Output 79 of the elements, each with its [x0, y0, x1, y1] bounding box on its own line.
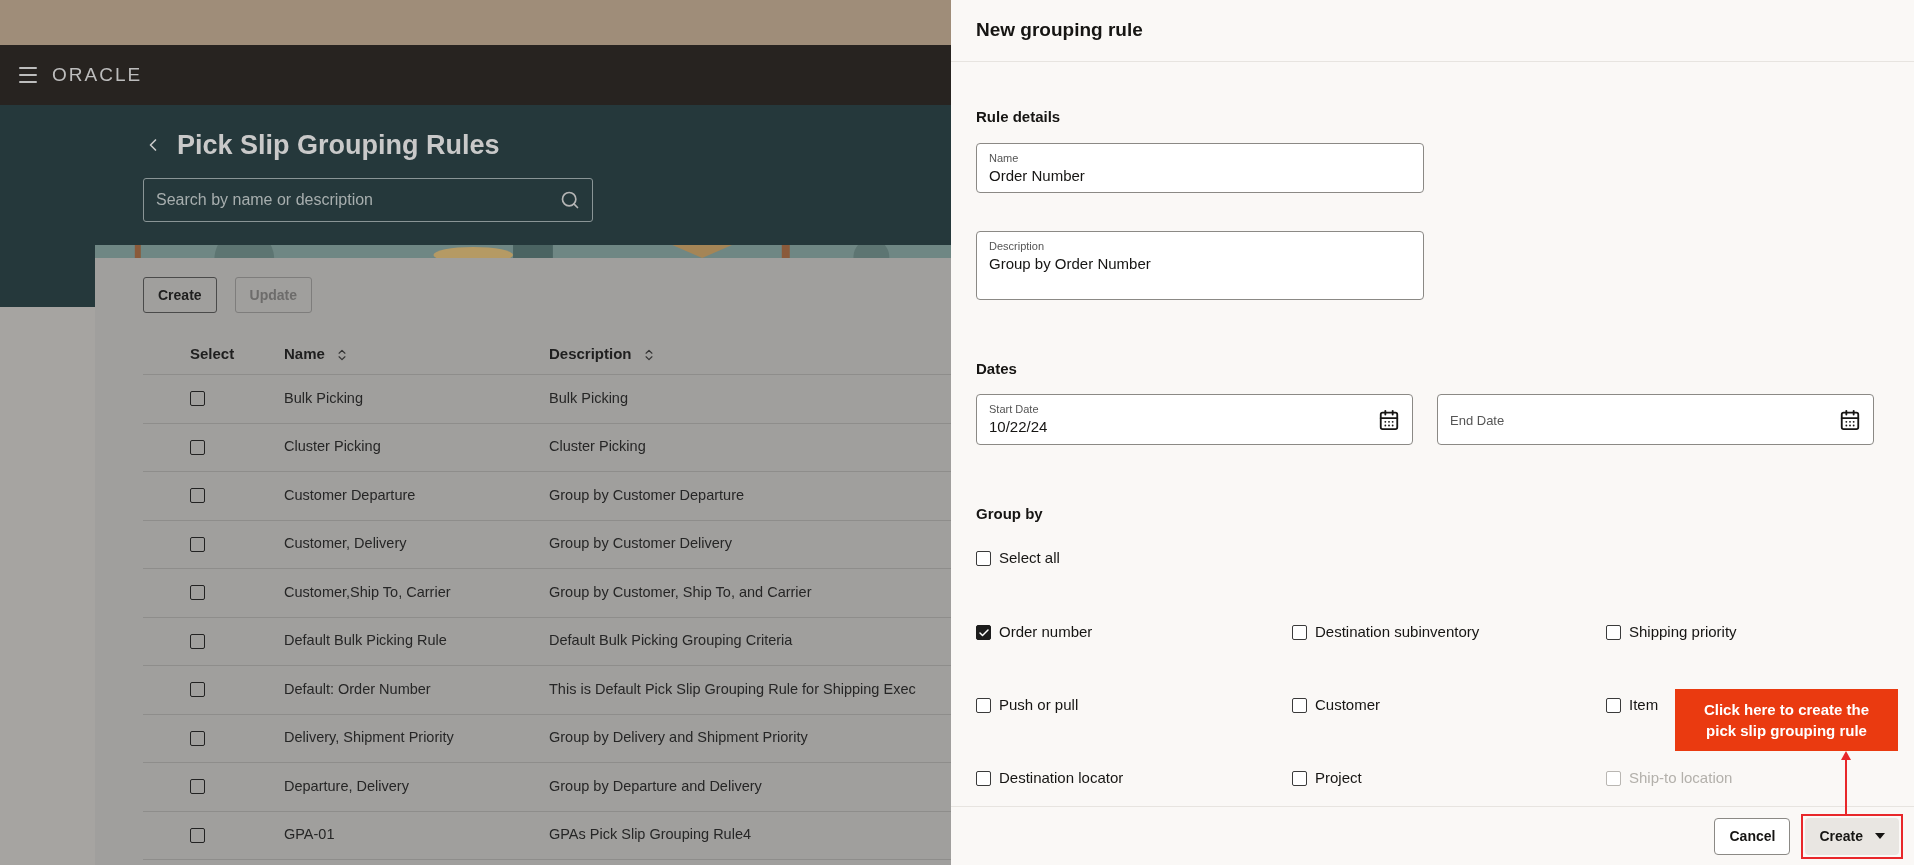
create-menu-button[interactable]: Create [1805, 817, 1899, 855]
checkbox[interactable] [190, 682, 205, 698]
calendar-icon[interactable] [1839, 408, 1861, 431]
field-value: Order Number [989, 165, 1085, 186]
checkbox[interactable] [1292, 625, 1307, 640]
drawer-title: New grouping rule [976, 18, 1143, 43]
checkbox[interactable] [190, 827, 205, 843]
description-field[interactable]: Description Group by Order Number [976, 230, 1424, 300]
table-cell-text: Departure, Delivery [284, 776, 410, 796]
column-header[interactable]: Name [284, 343, 325, 366]
field-label: Name [989, 151, 1019, 165]
table-cell-text: Default: Order Number [284, 679, 432, 699]
table-cell-text: Bulk Picking [549, 388, 628, 408]
caret-icon [1875, 833, 1885, 839]
field-value: 10/22/24 [989, 416, 1048, 437]
table-cell-text: Delivery, Shipment Priority [284, 728, 455, 748]
table-cell-text: Customer Departure [284, 485, 417, 505]
table-cell-text: Default Bulk Picking Rule [284, 631, 448, 651]
field-value: Group by Order Number [989, 253, 1151, 274]
table-cell-text: This is Default Pick Slip Grouping Rule for Shipping Exec [549, 679, 916, 699]
table-cell-text: Customer,Ship To, Carrier [284, 582, 452, 602]
checkbox-label: Project [1315, 768, 1362, 789]
field-label: Start Date [989, 402, 1039, 416]
checkbox-label: Order number [999, 622, 1093, 643]
column-header: Select [190, 344, 235, 365]
checkbox-label: Shipping priority [1629, 622, 1737, 643]
date-field[interactable]: End Date [1437, 394, 1874, 445]
page-title: Pick Slip Grouping Rules [177, 129, 500, 162]
section-heading: Group by [976, 504, 1044, 524]
checkbox-label: Ship-to location [1629, 768, 1733, 789]
checkbox[interactable] [1606, 698, 1621, 713]
checkbox[interactable] [976, 771, 991, 786]
checkbox[interactable] [190, 536, 205, 552]
checkbox[interactable] [190, 488, 205, 504]
search-icon[interactable] [560, 189, 580, 210]
table-cell-text: Group by Delivery and Shipment Priority [549, 728, 808, 748]
name-field[interactable]: Name Order Number [976, 142, 1424, 193]
table-cell-text: GPAs Pick Slip Grouping Rule4 [549, 825, 752, 845]
checkbox[interactable] [190, 585, 205, 601]
table-cell-text: Bulk Picking [284, 388, 364, 408]
section-heading: Rule details [976, 107, 1062, 127]
table-cell-text: Group by Customer Delivery [549, 534, 732, 554]
table-cell-text: Group by Departure and Delivery [549, 776, 762, 796]
checkbox-label: Customer [1315, 695, 1381, 716]
placeholder-text: Search by name or description [156, 189, 374, 210]
checkbox[interactable] [1292, 771, 1307, 786]
table-cell-text: Default Bulk Picking Grouping Criteria [549, 631, 793, 651]
column-header[interactable]: Description [549, 343, 632, 366]
checkbox[interactable] [976, 698, 991, 713]
checkbox[interactable] [190, 391, 205, 407]
field-label: Description [989, 239, 1045, 253]
toolbar-button[interactable]: Create [143, 277, 217, 313]
section-heading: Dates [976, 358, 1018, 379]
cancel-button[interactable]: Cancel [1714, 817, 1791, 855]
checkbox[interactable] [1606, 625, 1621, 640]
checkbox[interactable] [190, 730, 205, 746]
checkbox-label: Destination subinventory [1315, 622, 1480, 643]
checkbox[interactable] [1292, 698, 1307, 713]
checkbox-label: Destination locator [999, 768, 1124, 789]
checkbox-label: Push or pull [999, 695, 1079, 716]
table-cell-text: Group by Customer Departure [549, 485, 745, 505]
table-cell-text: Customer, Delivery [284, 534, 408, 554]
calendar-icon[interactable] [1378, 408, 1400, 431]
table-cell-text: Cluster Picking [284, 437, 382, 457]
checkbox-label: Select all [999, 548, 1060, 569]
placeholder-text: End Date [1450, 412, 1505, 428]
checkbox[interactable] [976, 625, 991, 640]
checkbox-label: Item [1629, 695, 1659, 716]
table-cell-text: Cluster Picking [549, 437, 646, 457]
table-cell-text: GPA-01 [284, 825, 336, 845]
checkbox[interactable] [190, 633, 205, 649]
logo: ORACLE [52, 62, 143, 87]
callout: Click here to create the pick slip grouping rule [1675, 689, 1898, 751]
checkbox[interactable] [190, 439, 205, 455]
checkbox[interactable] [976, 551, 991, 566]
search-field[interactable]: Search by name or description [143, 177, 593, 222]
table-cell-text: Group by Customer, Ship To, and Carrier [549, 582, 812, 602]
checkbox[interactable] [190, 779, 205, 795]
date-field[interactable]: Start Date 10/22/24 [976, 394, 1413, 445]
